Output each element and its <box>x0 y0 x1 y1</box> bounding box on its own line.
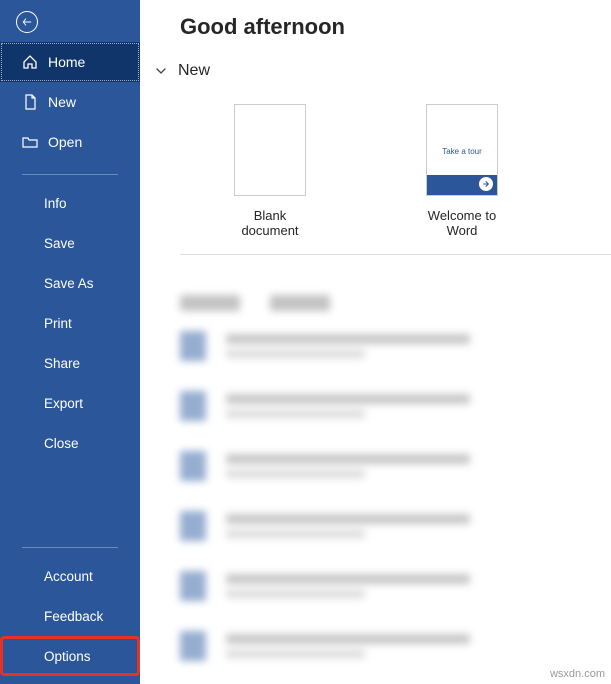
chevron-down-icon[interactable] <box>154 64 168 78</box>
sidebar-item-label: Home <box>48 54 85 70</box>
greeting-title: Good afternoon <box>140 14 611 40</box>
sidebar-item-info[interactable]: Info <box>0 183 140 223</box>
sidebar-item-open[interactable]: Open <box>0 122 140 162</box>
template-blank-document[interactable]: Blank document <box>234 104 306 238</box>
template-label: Blank document <box>234 208 306 238</box>
folder-open-icon <box>22 134 38 150</box>
sidebar-item-export[interactable]: Export <box>0 383 140 423</box>
sidebar-item-label: Open <box>48 134 82 150</box>
section-title: New <box>178 62 210 80</box>
template-thumbnail: Take a tour <box>426 104 498 196</box>
arrow-right-icon <box>479 177 493 191</box>
document-icon <box>22 94 38 110</box>
recent-documents-area <box>174 295 574 655</box>
template-gallery: Blank document Take a tour Welcome to Wo… <box>140 104 611 238</box>
template-label: Welcome to Word <box>426 208 498 238</box>
template-thumbnail <box>234 104 306 196</box>
home-icon <box>22 54 38 70</box>
main-content: Good afternoon New Blank document Take a… <box>140 0 611 684</box>
sidebar-item-print[interactable]: Print <box>0 303 140 343</box>
sidebar-item-save[interactable]: Save <box>0 223 140 263</box>
backstage-sidebar: Home New Open Info Save Save As Print Sh… <box>0 0 140 684</box>
sidebar-item-feedback[interactable]: Feedback <box>0 596 140 636</box>
sidebar-item-new[interactable]: New <box>0 82 140 122</box>
sidebar-item-saveas[interactable]: Save As <box>0 263 140 303</box>
section-divider <box>180 254 611 255</box>
sidebar-item-account[interactable]: Account <box>0 556 140 596</box>
back-arrow-icon <box>16 11 38 33</box>
sidebar-divider <box>22 547 118 548</box>
sidebar-item-options[interactable]: Options <box>0 636 140 676</box>
back-button[interactable] <box>0 8 40 36</box>
new-section-header[interactable]: New <box>140 62 611 80</box>
sidebar-divider <box>22 174 118 175</box>
sidebar-item-home[interactable]: Home <box>0 42 140 82</box>
tour-text: Take a tour <box>427 147 497 156</box>
sidebar-item-share[interactable]: Share <box>0 343 140 383</box>
watermark: wsxdn.com <box>550 668 605 680</box>
template-welcome-to-word[interactable]: Take a tour Welcome to Word <box>426 104 498 238</box>
sidebar-item-label: New <box>48 94 76 110</box>
sidebar-item-close[interactable]: Close <box>0 423 140 463</box>
